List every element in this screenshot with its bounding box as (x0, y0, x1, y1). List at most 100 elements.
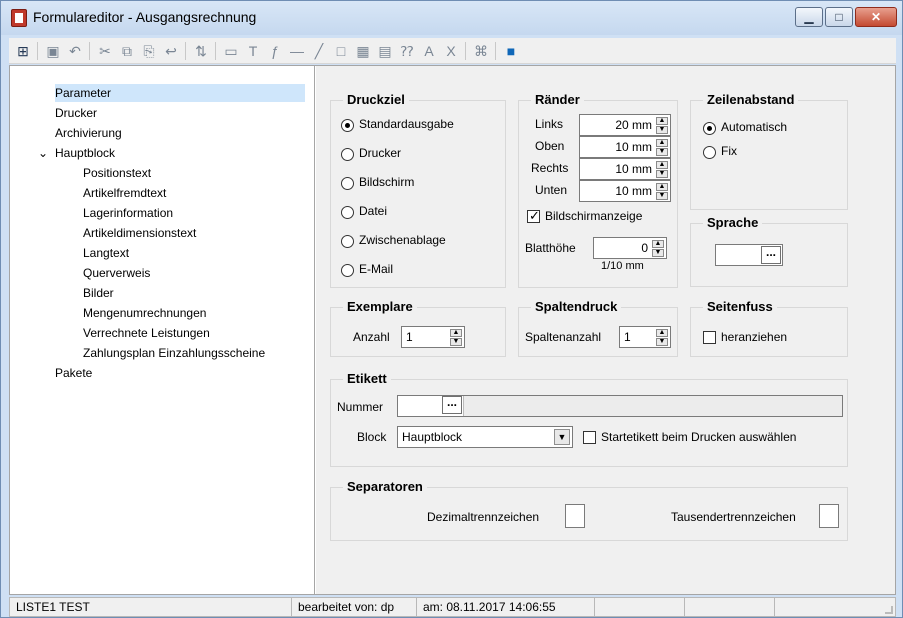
links-stepper[interactable]: 20 mm ▲ ▼ (579, 114, 671, 136)
undo-arrow-icon[interactable]: ↩ (161, 41, 181, 61)
links-value: 20 mm (615, 118, 652, 132)
radio-standardausgabe[interactable] (341, 119, 354, 132)
status-empty-cell (685, 598, 775, 616)
sprache-browse-button[interactable]: ... (761, 246, 781, 264)
formula-icon[interactable]: ƒ (265, 41, 285, 61)
tree-item-artikeldimensionstext[interactable]: Artikeldimensionstext (83, 224, 196, 242)
app-icon (11, 9, 27, 27)
spaltenanzahl-stepper[interactable]: 1 ▲ ▼ (619, 326, 671, 348)
tree-item-lagerinformation[interactable]: Lagerinformation (83, 204, 173, 222)
nummer-input[interactable]: ... (398, 396, 464, 416)
blatthoehe-stepper[interactable]: 0 ▲ ▼ (593, 237, 667, 259)
clear-format-icon[interactable]: X (441, 41, 461, 61)
nummer-field: ... (397, 395, 843, 417)
dezimaltrennzeichen-input[interactable] (565, 504, 585, 528)
tree-item-hauptblock[interactable]: ⌄ Hauptblock (38, 144, 115, 162)
spin-up-icon[interactable]: ▲ (450, 329, 462, 337)
rechts-stepper[interactable]: 10 mm ▲ ▼ (579, 158, 671, 180)
diagonal-line-icon[interactable]: ╱ (309, 41, 329, 61)
oben-stepper[interactable]: 10 mm ▲ ▼ (579, 136, 671, 158)
spin-up-icon[interactable]: ▲ (656, 117, 668, 125)
tree-item-archivierung[interactable]: Archivierung (55, 124, 122, 142)
spin-up-icon[interactable]: ▲ (652, 240, 664, 248)
tree-item-drucker[interactable]: Drucker (55, 104, 97, 122)
sprache-input[interactable]: ... (715, 244, 783, 266)
spin-down-icon[interactable]: ▼ (652, 249, 664, 257)
tree-item-querverweis[interactable]: Querverweis (83, 264, 150, 282)
radio-fix[interactable] (703, 146, 716, 159)
spin-down-icon[interactable]: ▼ (656, 338, 668, 346)
paste-icon[interactable]: ⎘ (139, 41, 159, 61)
field-icon[interactable]: ⁇ (397, 41, 417, 61)
label-bildschirmanzeige: Bildschirmanzeige (545, 209, 643, 223)
toolbar-separator (37, 42, 38, 60)
textfield-icon[interactable]: ▭ (221, 41, 241, 61)
tree-item-mengenumrechnungen[interactable]: Mengenumrechnungen (83, 304, 206, 322)
spin-down-icon[interactable]: ▼ (656, 148, 668, 156)
parameter-pane: Druckziel Standardausgabe Drucker Bildsc… (316, 66, 895, 594)
radio-email[interactable] (341, 264, 354, 277)
label-heranziehen: heranziehen (721, 330, 788, 344)
spin-down-icon[interactable]: ▼ (656, 192, 668, 200)
spin-down-icon[interactable]: ▼ (450, 338, 462, 346)
maximize-button[interactable]: □ (825, 7, 853, 27)
close-button[interactable]: ✕ (855, 7, 897, 27)
rectangle-icon[interactable]: □ (331, 41, 351, 61)
document-icon[interactable]: ▤ (375, 41, 395, 61)
radio-zwischenablage[interactable] (341, 235, 354, 248)
save-icon[interactable]: ▣ (43, 41, 63, 61)
tree-item-artikelfremdtext[interactable]: Artikelfremdtext (83, 184, 166, 202)
rechts-value: 10 mm (615, 162, 652, 176)
radio-automatisch[interactable] (703, 122, 716, 135)
heranziehen-checkbox[interactable] (703, 331, 716, 344)
tree-item-bilder[interactable]: Bilder (83, 284, 114, 302)
status-datum: am: 08.11.2017 14:06:55 (417, 598, 595, 616)
chevron-down-icon[interactable]: ⌄ (37, 144, 49, 162)
undo-icon[interactable]: ↶ (65, 41, 85, 61)
spin-up-icon[interactable]: ▲ (656, 139, 668, 147)
spin-up-icon[interactable]: ▲ (656, 161, 668, 169)
separatoren-group: Separatoren Dezimaltrennzeichen Tausende… (330, 479, 848, 541)
startetikett-checkbox[interactable] (583, 431, 596, 444)
tree-item-zahlungsplan[interactable]: Zahlungsplan Einzahlungsscheine (83, 344, 265, 362)
radio-drucker[interactable] (341, 148, 354, 161)
text-icon[interactable]: T (243, 41, 263, 61)
image-icon[interactable]: ▦ (353, 41, 373, 61)
unten-stepper[interactable]: 10 mm ▲ ▼ (579, 180, 671, 202)
tausendertrennzeichen-input[interactable] (819, 504, 839, 528)
unten-value: 10 mm (615, 184, 652, 198)
spin-up-icon[interactable]: ▲ (656, 183, 668, 191)
block-select[interactable]: Hauptblock ▼ (397, 426, 573, 448)
minimize-button[interactable]: ▁ (795, 7, 823, 27)
tree-item-parameter[interactable]: Parameter (55, 84, 305, 102)
dropdown-arrow-icon[interactable]: ▼ (554, 429, 570, 445)
copy-icon[interactable]: ⧉ (117, 41, 137, 61)
nummer-browse-button[interactable]: ... (442, 396, 462, 414)
main-content: Parameter Drucker Archivierung ⌄ Hauptbl… (9, 65, 896, 595)
resize-grip-icon[interactable] (885, 606, 893, 614)
status-form-name: LISTE1 TEST (10, 598, 292, 616)
radio-bildschirm[interactable] (341, 177, 354, 190)
line-icon[interactable]: — (287, 41, 307, 61)
spin-down-icon[interactable]: ▼ (656, 170, 668, 178)
font-icon[interactable]: A (419, 41, 439, 61)
exemplare-title: Exemplare (343, 299, 417, 314)
radio-datei[interactable] (341, 206, 354, 219)
tree-item-verrechnete-leistungen[interactable]: Verrechnete Leistungen (83, 324, 210, 342)
sort-icon[interactable]: ⇅ (191, 41, 211, 61)
label-drucker: Drucker (359, 146, 402, 160)
bildschirmanzeige-checkbox[interactable] (527, 207, 540, 225)
label-oben: Oben (535, 139, 565, 153)
anzahl-value: 1 (406, 330, 413, 344)
help-book-icon[interactable]: ■ (501, 41, 521, 61)
tree-view-icon[interactable]: ⊞ (13, 41, 33, 61)
etikett-title: Etikett (343, 371, 391, 386)
tree-item-langtext[interactable]: Langtext (83, 244, 129, 262)
network-icon[interactable]: ⌘ (471, 41, 491, 61)
spin-up-icon[interactable]: ▲ (656, 329, 668, 337)
cut-icon[interactable]: ✂ (95, 41, 115, 61)
anzahl-stepper[interactable]: 1 ▲ ▼ (401, 326, 465, 348)
tree-item-positionstext[interactable]: Positionstext (83, 164, 151, 182)
spin-down-icon[interactable]: ▼ (656, 126, 668, 134)
tree-item-pakete[interactable]: Pakete (55, 364, 92, 382)
